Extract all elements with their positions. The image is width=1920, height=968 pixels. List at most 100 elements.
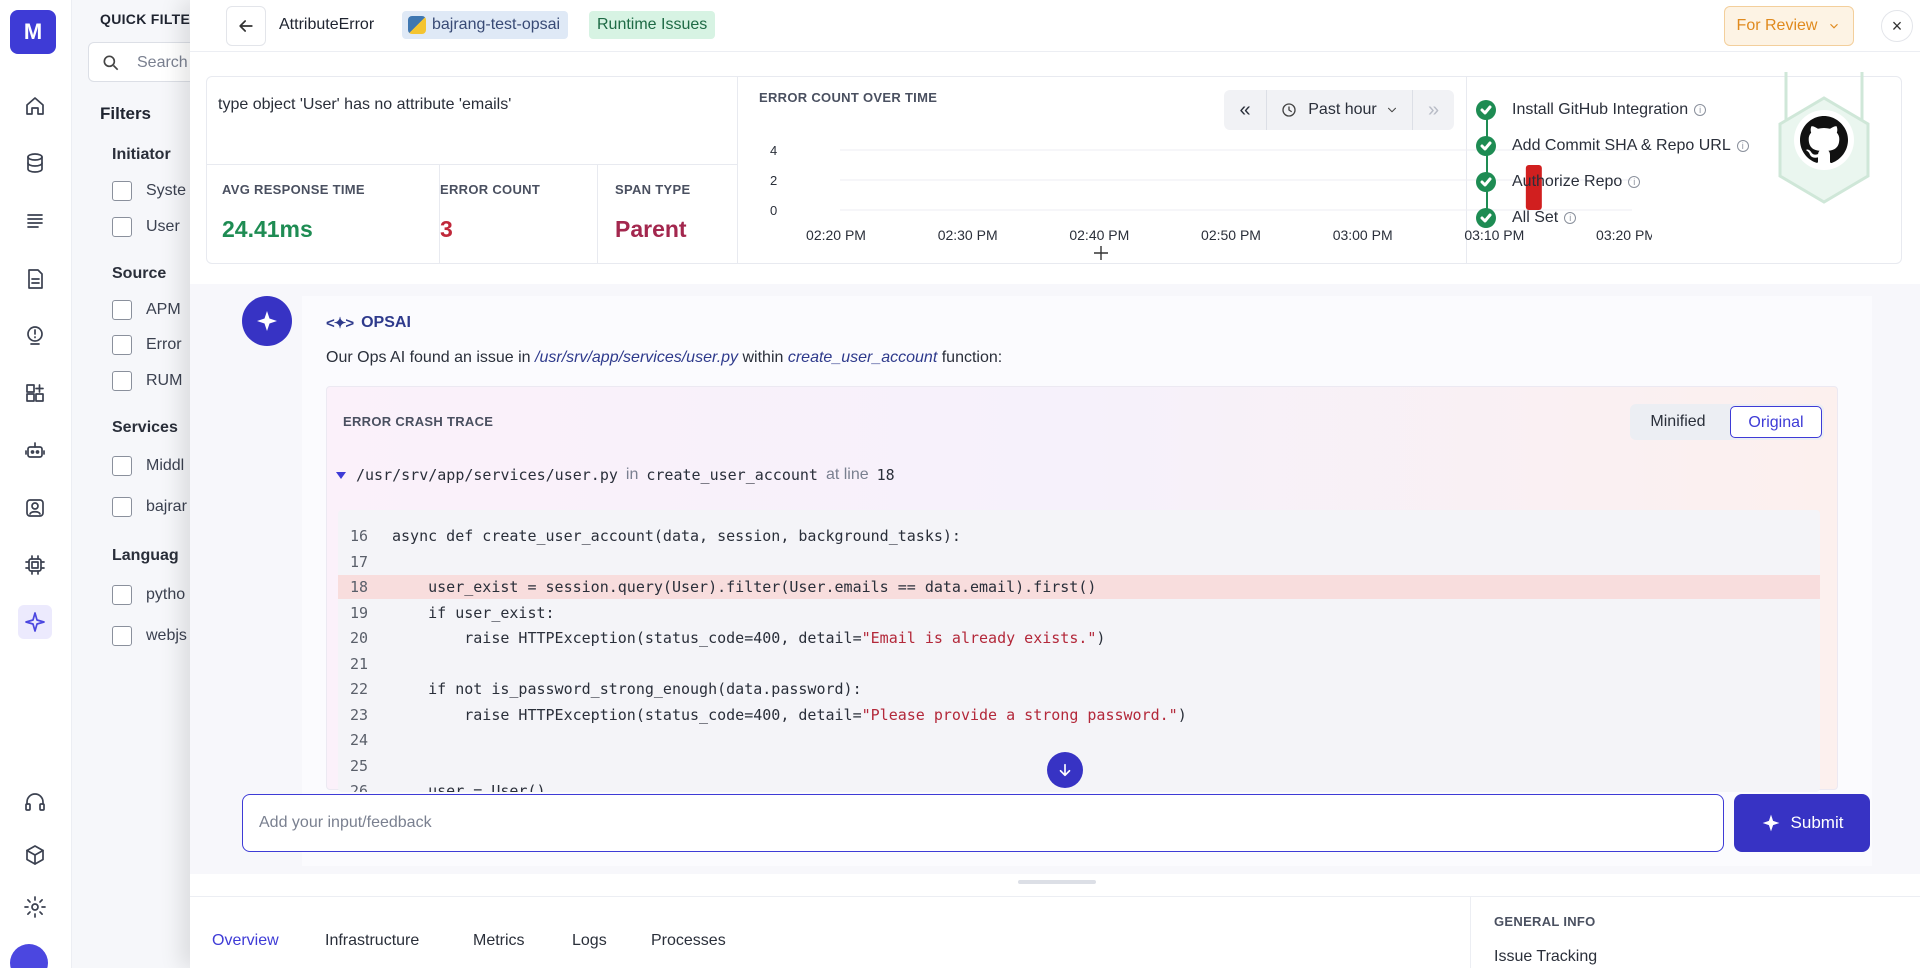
quick-filter-title: QUICK FILTE — [100, 11, 191, 27]
ai-message-function: create_user_account — [787, 349, 938, 366]
service-chip[interactable]: bajrang-test-opsai — [402, 11, 569, 39]
user-search-icon[interactable] — [18, 491, 52, 525]
filter-option[interactable]: APM — [112, 299, 181, 321]
original-toggle[interactable]: Original — [1730, 406, 1822, 438]
alert-icon[interactable] — [18, 318, 52, 352]
checkbox[interactable] — [112, 456, 132, 476]
checklist-item[interactable]: Install GitHub Integration i — [1476, 98, 1707, 122]
checkbox[interactable] — [112, 300, 132, 320]
sparkle-icon[interactable] — [18, 605, 52, 639]
filter-section-services: Services — [112, 419, 178, 436]
search-icon — [103, 55, 119, 71]
arrow-down-icon — [1059, 763, 1071, 777]
filter-option[interactable]: webjs — [112, 625, 187, 647]
code-segment: if not is_password_strong_enough(data.pa… — [392, 680, 862, 698]
filter-search-placeholder: Search — [137, 54, 188, 71]
filter-option-label: Middl — [146, 457, 185, 474]
span-type-value: Parent — [615, 216, 687, 242]
code-segment: raise HTTPException(status_code=400, det… — [392, 629, 862, 647]
info-icon[interactable]: i — [1628, 176, 1641, 188]
x-tick-label: 02:50 PM — [1201, 227, 1261, 243]
time-range-dropdown[interactable]: Past hour — [1267, 90, 1412, 130]
error-count-label: ERROR COUNT — [440, 182, 541, 197]
filter-option[interactable]: Middl — [112, 455, 184, 477]
status-dropdown[interactable]: For Review — [1724, 6, 1854, 46]
logs-icon[interactable] — [18, 204, 52, 238]
checkbox[interactable] — [112, 497, 132, 517]
code-text: raise HTTPException(status_code=400, det… — [392, 626, 1105, 650]
time-range-label: Past hour — [1308, 101, 1377, 118]
feedback-input[interactable] — [242, 794, 1724, 852]
x-tick-label: 03:20 PM — [1596, 227, 1652, 243]
filter-option[interactable]: bajrar — [112, 496, 187, 518]
code-segment: async def create_user_account(data, sess… — [392, 527, 961, 545]
ai-avatar — [242, 296, 292, 346]
submit-label: Submit — [1790, 813, 1844, 832]
filter-option-label: User — [146, 218, 180, 235]
checklist-item[interactable]: All Set i — [1476, 206, 1577, 230]
code-segment: user_exist = session.query(User).filter(… — [392, 578, 1097, 596]
filter-section-initiator: Initiator — [112, 146, 171, 163]
filter-option-label: RUM — [146, 372, 183, 389]
avg-response-value: 24.41ms — [222, 216, 313, 242]
checklist-item[interactable]: Authorize Repo i — [1476, 170, 1641, 194]
info-icon[interactable]: i — [1694, 104, 1707, 116]
filter-option[interactable]: Error — [112, 334, 182, 356]
filter-search[interactable]: Search — [88, 42, 191, 82]
checkbox[interactable] — [112, 217, 132, 237]
cube-icon[interactable] — [18, 838, 52, 872]
filter-option[interactable]: User — [112, 216, 180, 238]
tab-infrastructure[interactable]: Infrastructure — [325, 932, 419, 950]
settings-icon[interactable] — [18, 890, 52, 924]
checkbox[interactable] — [112, 181, 132, 201]
checkbox[interactable] — [112, 626, 132, 646]
dashboard-add-icon[interactable] — [18, 376, 52, 410]
info-icon[interactable]: i — [1564, 212, 1577, 224]
info-icon[interactable]: i — [1736, 140, 1749, 152]
checkbox[interactable] — [112, 371, 132, 391]
back-button[interactable] — [226, 6, 266, 46]
range-prev-button[interactable]: « — [1224, 90, 1266, 130]
tab-overview[interactable]: Overview — [212, 932, 279, 950]
app-logo[interactable]: M — [10, 10, 56, 54]
range-next-button[interactable]: » — [1413, 90, 1454, 130]
checkbox[interactable] — [112, 335, 132, 355]
checklist-item[interactable]: Add Commit SHA & Repo URL i — [1476, 134, 1749, 158]
chip-icon[interactable] — [18, 548, 52, 582]
sparkle-icon — [1762, 814, 1779, 832]
chevron-down-icon — [1830, 23, 1839, 29]
check-circle-icon — [1476, 100, 1496, 120]
clock-icon — [1282, 103, 1296, 117]
filter-panel: QUICK FILTE Search Filters Initiator Sys… — [72, 0, 192, 968]
document-icon[interactable] — [18, 262, 52, 296]
minified-toggle[interactable]: Minified — [1634, 406, 1722, 438]
code-text: if user_exist: — [392, 601, 554, 625]
tab-logs[interactable]: Logs — [572, 932, 607, 950]
close-button[interactable]: × — [1881, 10, 1913, 42]
headset-icon[interactable] — [18, 785, 52, 819]
tab-processes[interactable]: Processes — [651, 932, 726, 950]
code-line: 17 — [338, 550, 1820, 574]
checklist-label: Install GitHub Integration — [1512, 101, 1689, 118]
home-icon[interactable] — [18, 89, 52, 123]
filter-option[interactable]: Syste — [112, 180, 186, 202]
filter-option[interactable]: RUM — [112, 370, 182, 392]
resize-handle[interactable] — [1018, 880, 1096, 884]
stack-frame-header[interactable]: /usr/srv/app/services/user.py in create_… — [336, 466, 895, 484]
sparkle-icon — [257, 311, 277, 331]
submit-button[interactable]: Submit — [1734, 794, 1870, 852]
scroll-down-button[interactable] — [1047, 752, 1083, 788]
robot-icon[interactable] — [18, 434, 52, 468]
avg-response-label: AVG RESPONSE TIME — [222, 182, 365, 197]
checkbox[interactable] — [112, 585, 132, 605]
ai-message-within: within — [738, 349, 788, 366]
filter-option[interactable]: pytho — [112, 584, 185, 606]
code-segment: ) — [1096, 629, 1106, 647]
chevron-down-icon — [1387, 107, 1396, 113]
detail-tabs — [190, 896, 1920, 968]
user-avatar[interactable] — [10, 944, 48, 968]
tab-metrics[interactable]: Metrics — [473, 932, 525, 950]
database-icon[interactable] — [18, 146, 52, 180]
code-sparkle-icon: <✦> — [326, 315, 354, 332]
y-tick-label: 4 — [770, 143, 777, 158]
